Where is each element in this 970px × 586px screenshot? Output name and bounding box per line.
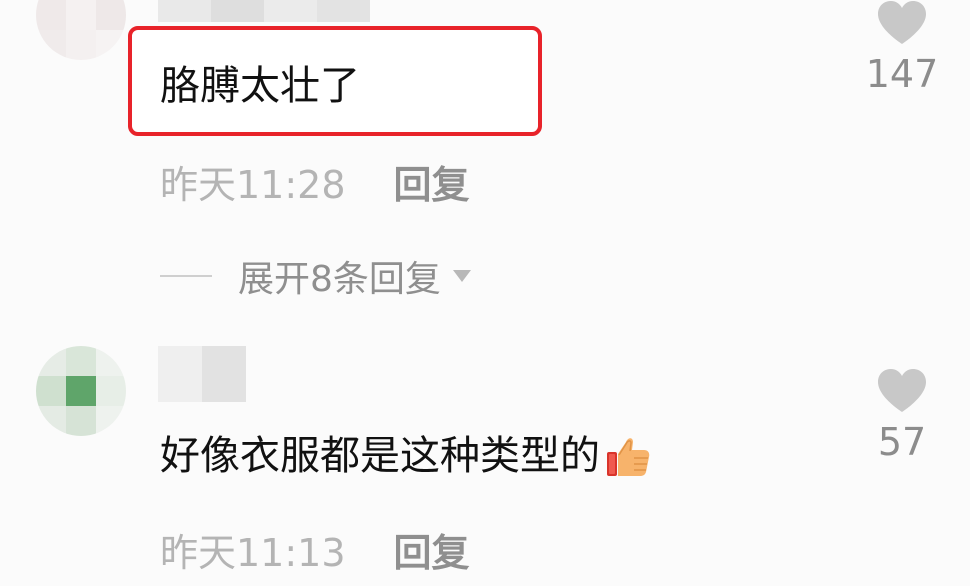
like-count: 57: [877, 420, 927, 464]
heart-icon: [878, 1, 926, 44]
comment-item: 好像衣服都是这种类型的 昨天11:13 回复 57: [0, 340, 970, 586]
username-blurred[interactable]: [158, 0, 370, 22]
comment-text-content: 好像衣服都是这种类型的: [160, 433, 600, 479]
like-button[interactable]: 57: [862, 368, 942, 464]
caret-down-icon: [452, 270, 471, 282]
divider-line: [160, 275, 212, 277]
comment-item: 胳膊太壮了 昨天11:28 回复 展开8条回复 147: [0, 0, 970, 340]
comment-time: 昨天11:28: [160, 163, 346, 207]
comment-meta: 昨天11:13 回复: [160, 522, 470, 577]
username-blurred[interactable]: [158, 346, 246, 402]
reply-button[interactable]: 回复: [394, 522, 470, 577]
reply-button[interactable]: 回复: [394, 154, 470, 209]
like-button[interactable]: 147: [862, 0, 942, 96]
comment-meta: 昨天11:28 回复: [160, 154, 470, 209]
expand-replies-button[interactable]: 展开8条回复: [160, 250, 471, 302]
thumbs-up-emoji: [607, 438, 650, 476]
avatar[interactable]: [36, 346, 126, 436]
expand-replies-label: 展开8条回复: [238, 259, 441, 300]
heart-icon: [878, 369, 926, 412]
avatar[interactable]: [36, 0, 126, 60]
like-count: 147: [865, 52, 939, 96]
comment-text: 胳膊太壮了: [160, 63, 360, 109]
comment-text: 好像衣服都是这种类型的: [160, 432, 652, 480]
comment-time: 昨天11:13: [160, 531, 346, 575]
